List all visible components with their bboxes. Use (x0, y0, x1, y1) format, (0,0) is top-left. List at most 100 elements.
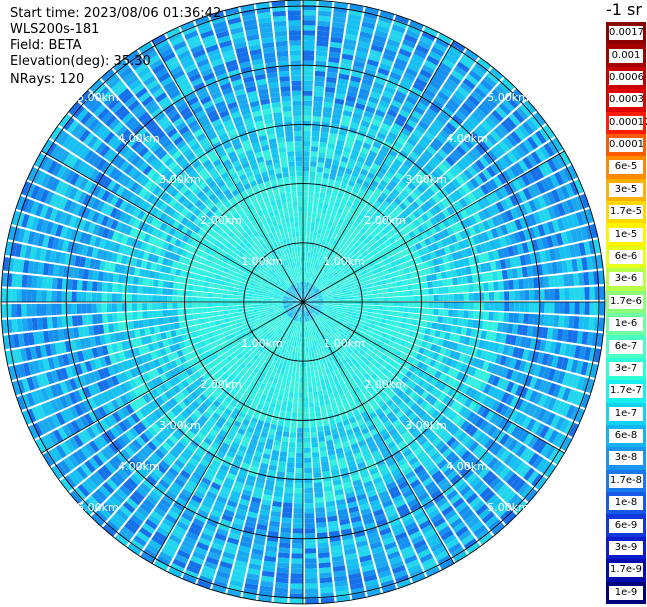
range-gate-cell (316, 166, 324, 173)
range-gate-cell (508, 279, 514, 290)
range-gate-cell (380, 279, 387, 285)
range-gate-cell (304, 513, 315, 519)
range-gate-cell (310, 247, 315, 253)
range-gate-cell (333, 300, 339, 302)
range-gate-cell (337, 295, 343, 299)
range-gate-cell (318, 146, 327, 153)
range-gate-cell (316, 45, 328, 52)
range-gate-cell (305, 337, 308, 343)
range-gate-cell (303, 110, 312, 116)
range-gate-cell (282, 507, 293, 514)
range-gate-cell (315, 217, 321, 224)
range-gate-cell (353, 299, 359, 302)
range-gate-cell (534, 302, 540, 313)
range-gate-cell (311, 447, 319, 453)
range-gate-cell (283, 492, 293, 498)
range-gate-cell (408, 290, 414, 296)
range-gate-cell (433, 294, 439, 301)
range-gate-cell (314, 492, 324, 498)
range-gate-cell (375, 281, 382, 286)
range-gate-cell (406, 318, 413, 325)
range-gate-cell (579, 287, 585, 300)
range-gate-cell (438, 309, 444, 316)
range-gate-cell (323, 373, 328, 380)
range-gate-cell (303, 95, 313, 101)
range-gate-cell (411, 277, 418, 284)
range-gate-cell (313, 482, 323, 488)
range-gate-cell (328, 300, 334, 302)
range-gate-cell (307, 382, 312, 388)
range-gate-cell (533, 314, 540, 325)
range-gate-cell (310, 366, 314, 372)
range-gate-cell (397, 286, 403, 292)
range-gate-cell (315, 50, 328, 57)
range-gate-cell (318, 557, 331, 564)
range-gate-cell (308, 247, 312, 253)
range-gate-cell (290, 381, 295, 388)
range-gate-cell (443, 302, 449, 309)
range-gate-cell (411, 319, 418, 326)
range-gate-cell (313, 90, 324, 97)
range-gate-cell (308, 387, 313, 393)
range-gate-cell (568, 316, 575, 329)
range-gate-cell (314, 80, 325, 87)
range-gate-cell (308, 397, 314, 403)
range-gate-cell (504, 291, 510, 301)
range-gate-cell (303, 141, 311, 147)
range-gate-cell (280, 384, 286, 391)
range-gate-cell (304, 482, 313, 489)
range-gate-cell (376, 285, 383, 290)
range-gate-cell (373, 302, 379, 306)
range-gate-cell (377, 309, 384, 314)
range-gate-cell (284, 370, 289, 376)
range-gate-cell (313, 396, 319, 402)
range-gate-cell (311, 131, 320, 137)
range-gate-cell (311, 442, 319, 448)
range-gate-cell (468, 293, 475, 301)
range-gate-cell (362, 288, 368, 293)
range-gate-cell (282, 512, 292, 519)
range-gate-cell (318, 370, 323, 376)
range-gate-cell (574, 287, 580, 300)
range-gate-cell (569, 302, 575, 315)
range-gate-cell (316, 212, 322, 219)
range-gate-cell (303, 130, 311, 137)
range-gate-cell (398, 307, 404, 312)
range-gate-cell (407, 284, 413, 291)
range-gate-cell (312, 457, 320, 463)
range-gate-cell (312, 462, 321, 468)
range-gate-cell (518, 313, 525, 324)
range-gate-cell (284, 487, 294, 493)
range-gate-cell (309, 361, 314, 367)
range-gate-cell (294, 488, 303, 494)
range-gate-cell (282, 436, 289, 443)
range-gate-cell (313, 391, 318, 397)
range-gate-cell (295, 372, 300, 378)
range-gate-cell (292, 523, 303, 529)
range-gate-cell (303, 20, 316, 26)
range-gate-cell (320, 456, 329, 462)
range-gate-cell (367, 308, 374, 313)
range-gate-cell (467, 275, 473, 284)
range-gate-cell (427, 315, 434, 322)
range-gate-cell (368, 305, 374, 309)
range-gate-cell (291, 412, 298, 418)
range-gate-cell (316, 35, 329, 42)
range-gate-cell (309, 236, 313, 243)
range-gate-cell (299, 367, 303, 373)
range-gate-cell (281, 400, 288, 407)
range-gate-cell (463, 293, 470, 301)
range-gate-cell (285, 477, 294, 483)
range-gate-cell (382, 288, 388, 293)
range-gate-cell (304, 442, 311, 448)
range-gate-cell (295, 467, 303, 474)
range-gate-cell (314, 487, 323, 493)
range-gate-cell (304, 457, 312, 463)
range-gate-cell (589, 302, 595, 316)
range-gate-cell (504, 302, 510, 312)
range-gate-cell (573, 316, 580, 329)
range-gate-cell (297, 412, 303, 418)
range-gate-cell (383, 306, 389, 311)
range-gate-cell (372, 290, 378, 295)
range-gate-cell (391, 282, 398, 288)
